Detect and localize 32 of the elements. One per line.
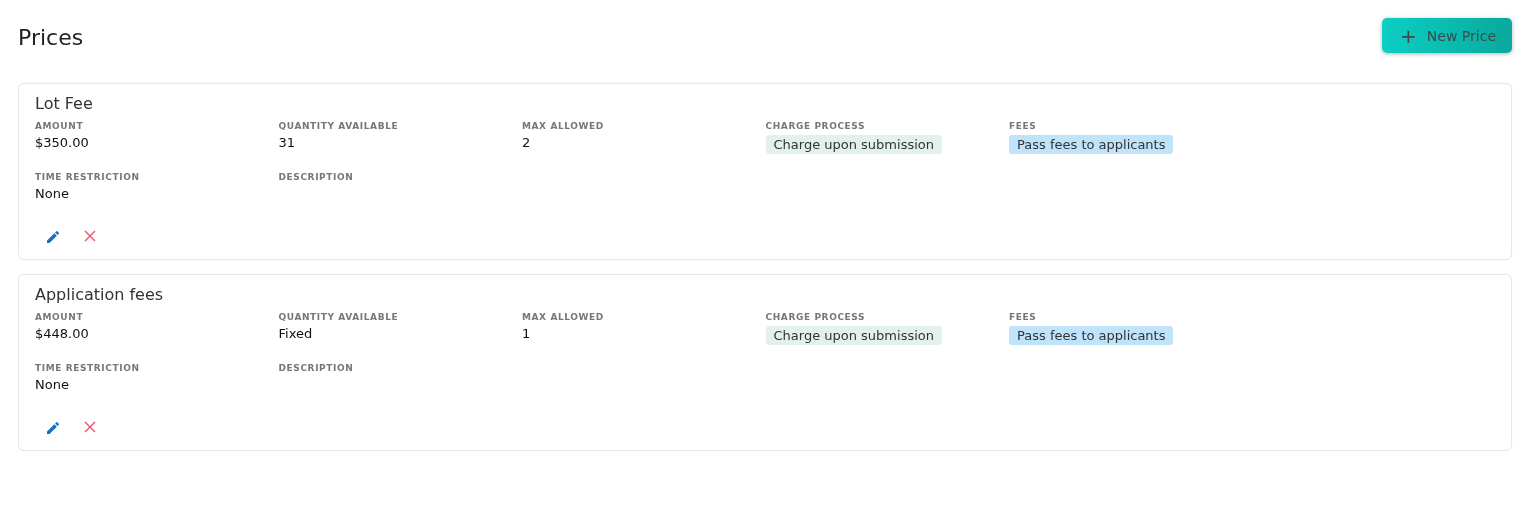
field-label: FEES	[1009, 312, 1037, 322]
status-tag: Charge upon submission	[765, 326, 942, 345]
field-label: AMOUNT	[35, 312, 84, 322]
status-tag: Charge upon submission	[765, 135, 942, 154]
page-title: Prices	[18, 24, 84, 50]
field-label: MAX ALLOWED	[522, 121, 604, 131]
field-value: 2	[522, 135, 531, 150]
price-name: Lot Fee	[35, 94, 94, 113]
field-label: DESCRIPTION	[278, 363, 354, 373]
edit-icon[interactable]	[45, 229, 61, 245]
field-label: TIME RESTRICTION	[35, 363, 140, 373]
field-value: $448.00	[35, 326, 89, 341]
field-value: 31	[278, 135, 296, 150]
status-tag: Pass fees to applicants	[1009, 135, 1174, 154]
field-label: AMOUNT	[35, 121, 84, 131]
field-label: FEES	[1009, 121, 1037, 131]
field-label: CHARGE PROCESS	[765, 121, 866, 131]
field-value: $350.00	[35, 135, 89, 150]
price-name: Application fees	[35, 285, 165, 304]
field-label: CHARGE PROCESS	[765, 312, 866, 322]
field-label: QUANTITY AVAILABLE	[278, 312, 399, 322]
status-tag: Pass fees to applicants	[1009, 326, 1174, 345]
field-value: Fixed	[278, 326, 313, 341]
field-label: MAX ALLOWED	[522, 312, 604, 322]
field-value: None	[35, 186, 69, 201]
field-value: None	[35, 377, 69, 392]
new-price-button[interactable]: + New Price	[1382, 18, 1512, 53]
field-label: TIME RESTRICTION	[35, 172, 140, 182]
field-label: QUANTITY AVAILABLE	[278, 121, 399, 131]
field-value: 1	[522, 326, 531, 341]
field-label: DESCRIPTION	[278, 172, 354, 182]
edit-icon[interactable]	[45, 420, 61, 436]
